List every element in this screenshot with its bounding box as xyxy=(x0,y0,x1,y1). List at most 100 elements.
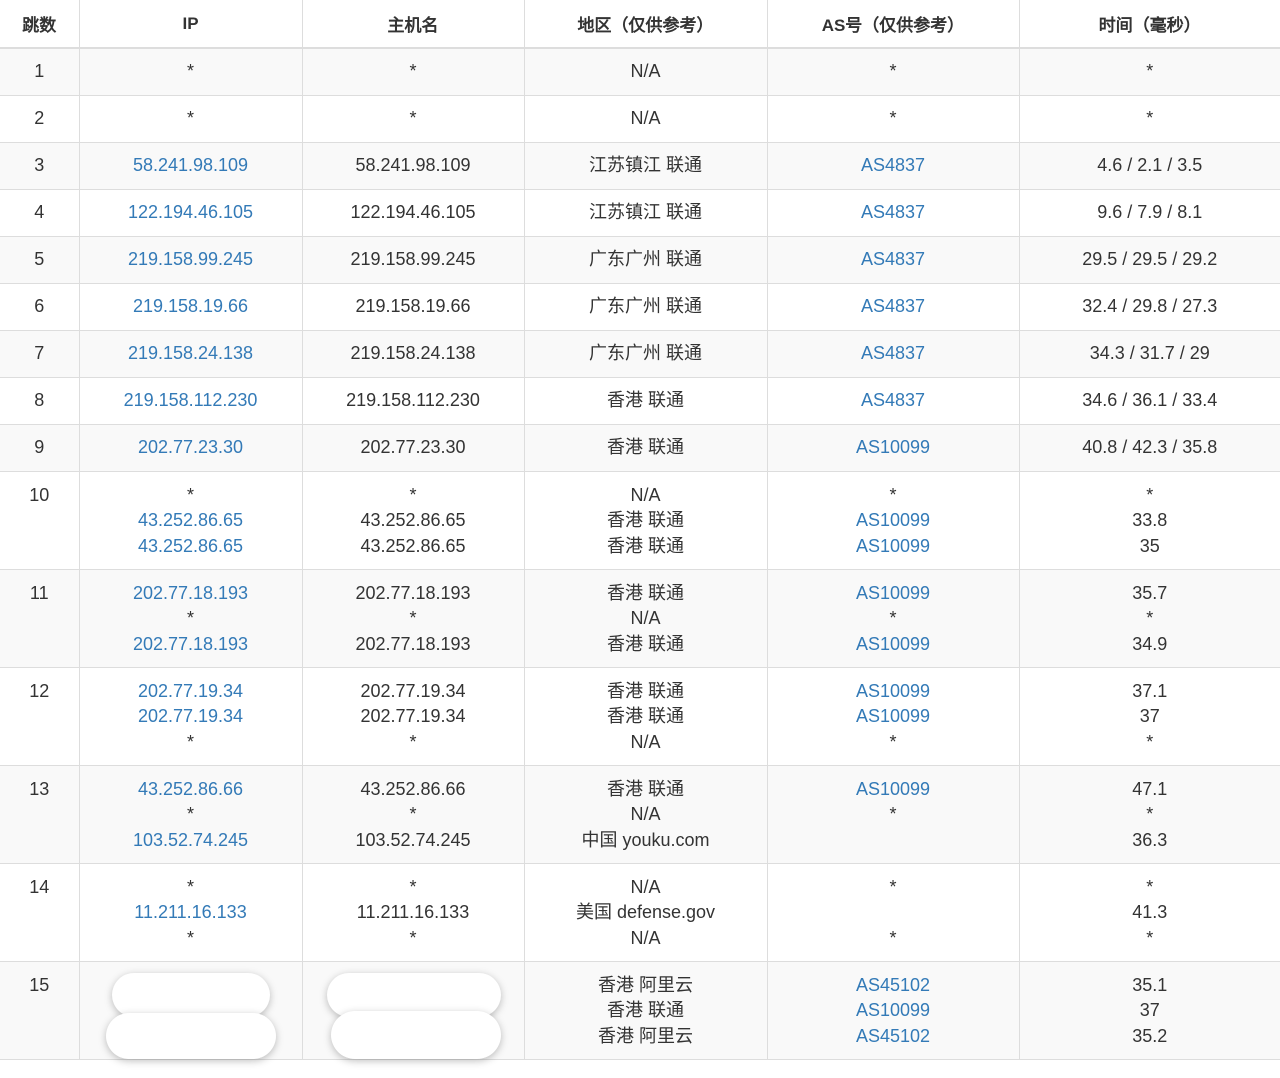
cell-value: * xyxy=(1146,876,1154,897)
as-link[interactable]: AS4837 xyxy=(768,153,1019,179)
cell-value: * xyxy=(186,927,194,948)
cell-value: * xyxy=(889,61,897,81)
cell-value: 32.4 / 29.8 / 27.3 xyxy=(1082,295,1218,316)
as-link[interactable]: AS10099 xyxy=(768,534,1019,560)
cell-ip: * 11.211.16.133 * xyxy=(78,862,303,962)
ip-link[interactable]: 219.158.24.138 xyxy=(80,341,302,367)
as-link[interactable]: AS4837 xyxy=(768,294,1019,320)
cell-value: 34.9 xyxy=(1132,633,1168,654)
ip-link[interactable]: 58.241.98.109 xyxy=(80,153,302,179)
ip-link[interactable]: 103.52.74.245 xyxy=(80,828,302,854)
ip-link[interactable]: 202.77.23.30 xyxy=(80,435,302,461)
ip-link[interactable]: 122.194.46.105 xyxy=(80,200,302,226)
cell-region: N/A 香港 联通 香港 联通 xyxy=(523,470,768,570)
table-row: 7 219.158.24.138 219.158.24.138 广东广州 联通 AS48… xyxy=(0,329,1280,378)
ip-link[interactable]: 219.158.99.245 xyxy=(80,247,302,273)
as-link[interactable]: AS4837 xyxy=(768,247,1019,273)
cell-value: * xyxy=(889,927,897,948)
cell-hop: 7 xyxy=(0,329,80,378)
cell-value: * xyxy=(186,61,194,81)
cell-ip: * xyxy=(78,47,303,96)
cell-value: 35 xyxy=(1139,535,1160,556)
cell-value: * xyxy=(1146,927,1154,948)
ip-link[interactable]: 202.77.18.193 xyxy=(80,581,302,607)
cell-value: 34.6 / 36.1 / 33.4 xyxy=(1082,389,1218,410)
cell-value: 35.7 xyxy=(1132,582,1168,603)
cell-value: 广东广州 联通 xyxy=(588,342,702,363)
as-link[interactable]: AS10099 xyxy=(768,632,1019,658)
as-link[interactable]: AS10099 xyxy=(768,704,1019,730)
cell-value: 香港 阿里云 xyxy=(597,1025,693,1046)
cell-value: 广东广州 联通 xyxy=(588,248,702,269)
cell-value: 香港 联通 xyxy=(606,778,684,799)
table-row: 10 * 43.252.86.65 43.252.86.65 * 43.252.86.65… xyxy=(0,470,1280,570)
cell-host xyxy=(301,960,525,1060)
cell-hop: 4 xyxy=(0,188,80,237)
cell-value: 202.77.18.193 xyxy=(355,582,471,603)
cell-time: 35.7 * 34.9 xyxy=(1018,568,1280,668)
cell-ip xyxy=(78,960,303,1060)
cell-as: AS4837 xyxy=(766,329,1020,378)
cell-time: 29.5 / 29.5 / 29.2 xyxy=(1018,235,1280,284)
ip-link[interactable]: 43.252.86.65 xyxy=(80,534,302,560)
cell-region: 香港 联通 N/A 香港 联通 xyxy=(523,568,768,668)
as-link[interactable]: AS4837 xyxy=(768,200,1019,226)
cell-ip: 202.77.18.193 * 202.77.18.193 xyxy=(78,568,303,668)
cell-value: * xyxy=(409,804,417,824)
cell-value: 36.3 xyxy=(1132,829,1168,850)
as-link[interactable]: AS10099 xyxy=(768,998,1019,1024)
as-link[interactable]: AS10099 xyxy=(768,777,1019,803)
redaction-blob xyxy=(111,972,270,1017)
ip-link[interactable]: 202.77.18.193 xyxy=(80,632,302,658)
as-link[interactable]: AS45102 xyxy=(768,1024,1019,1050)
as-link[interactable]: AS4837 xyxy=(768,341,1019,367)
cell-host: 43.252.86.66 * 103.52.74.245 xyxy=(301,764,525,864)
cell-value: * xyxy=(186,608,194,628)
cell-region: 广东广州 联通 xyxy=(523,329,768,378)
cell-ip: 202.77.19.34 202.77.19.34 * xyxy=(78,666,303,766)
as-link[interactable]: AS10099 xyxy=(768,508,1019,534)
cell-region: N/A 美国 defense.gov N/A xyxy=(523,862,768,962)
ip-link[interactable]: 219.158.19.66 xyxy=(80,294,302,320)
cell-region: 香港 联通 香港 联通 N/A xyxy=(523,666,768,766)
cell-host: 219.158.112.230 xyxy=(301,376,525,425)
cell-value: N/A xyxy=(630,731,661,752)
cell-time: * xyxy=(1018,47,1280,96)
cell-value: * xyxy=(186,107,194,128)
cell-hop: 13 xyxy=(0,764,80,864)
cell-time: 47.1 * 36.3 xyxy=(1018,764,1280,864)
column-header-as: AS号（仅供参考） xyxy=(766,0,1020,49)
cell-as: * * xyxy=(766,862,1020,962)
table-header-row: 跳数 IP 主机名 地区（仅供参考） AS号（仅供参考） 时间（毫秒） xyxy=(0,0,1280,49)
as-link[interactable]: AS4837 xyxy=(768,388,1019,414)
cell-value: 37 xyxy=(1139,706,1160,726)
cell-value: 香港 联通 xyxy=(606,436,684,457)
ip-link[interactable]: 11.211.16.133 xyxy=(80,900,302,926)
cell-hop: 3 xyxy=(0,141,80,190)
cell-value: 202.77.19.34 xyxy=(360,706,466,726)
cell-value: * xyxy=(186,484,194,505)
cell-ip: 58.241.98.109 xyxy=(78,141,303,190)
ip-link[interactable]: 219.158.112.230 xyxy=(80,388,302,414)
ip-link[interactable]: 43.252.86.66 xyxy=(80,777,302,803)
cell-value: 香港 联通 xyxy=(606,680,684,701)
ip-link[interactable]: 202.77.19.34 xyxy=(80,679,302,705)
as-link[interactable]: AS45102 xyxy=(768,973,1019,999)
as-link[interactable]: AS10099 xyxy=(768,435,1019,461)
cell-as: AS4837 xyxy=(766,235,1020,284)
cell-region: N/A xyxy=(523,94,768,143)
cell-value: 33.8 xyxy=(1132,510,1168,530)
ip-link[interactable]: 202.77.19.34 xyxy=(80,704,302,730)
cell-value: * xyxy=(409,484,417,505)
cell-value: 香港 联通 xyxy=(606,389,684,410)
as-link[interactable]: AS10099 xyxy=(768,581,1019,607)
cell-host: 202.77.18.193 * 202.77.18.193 xyxy=(301,568,525,668)
cell-value: * xyxy=(889,804,897,824)
as-link[interactable]: AS10099 xyxy=(768,679,1019,705)
cell-value: N/A xyxy=(630,61,661,81)
cell-value: 41.3 xyxy=(1132,902,1168,922)
cell-ip: * 43.252.86.65 43.252.86.65 xyxy=(78,470,303,570)
ip-link[interactable]: 43.252.86.65 xyxy=(80,508,302,534)
cell-value: 香港 联通 xyxy=(606,535,684,556)
cell-time: 35.1 37 35.2 xyxy=(1018,960,1280,1060)
